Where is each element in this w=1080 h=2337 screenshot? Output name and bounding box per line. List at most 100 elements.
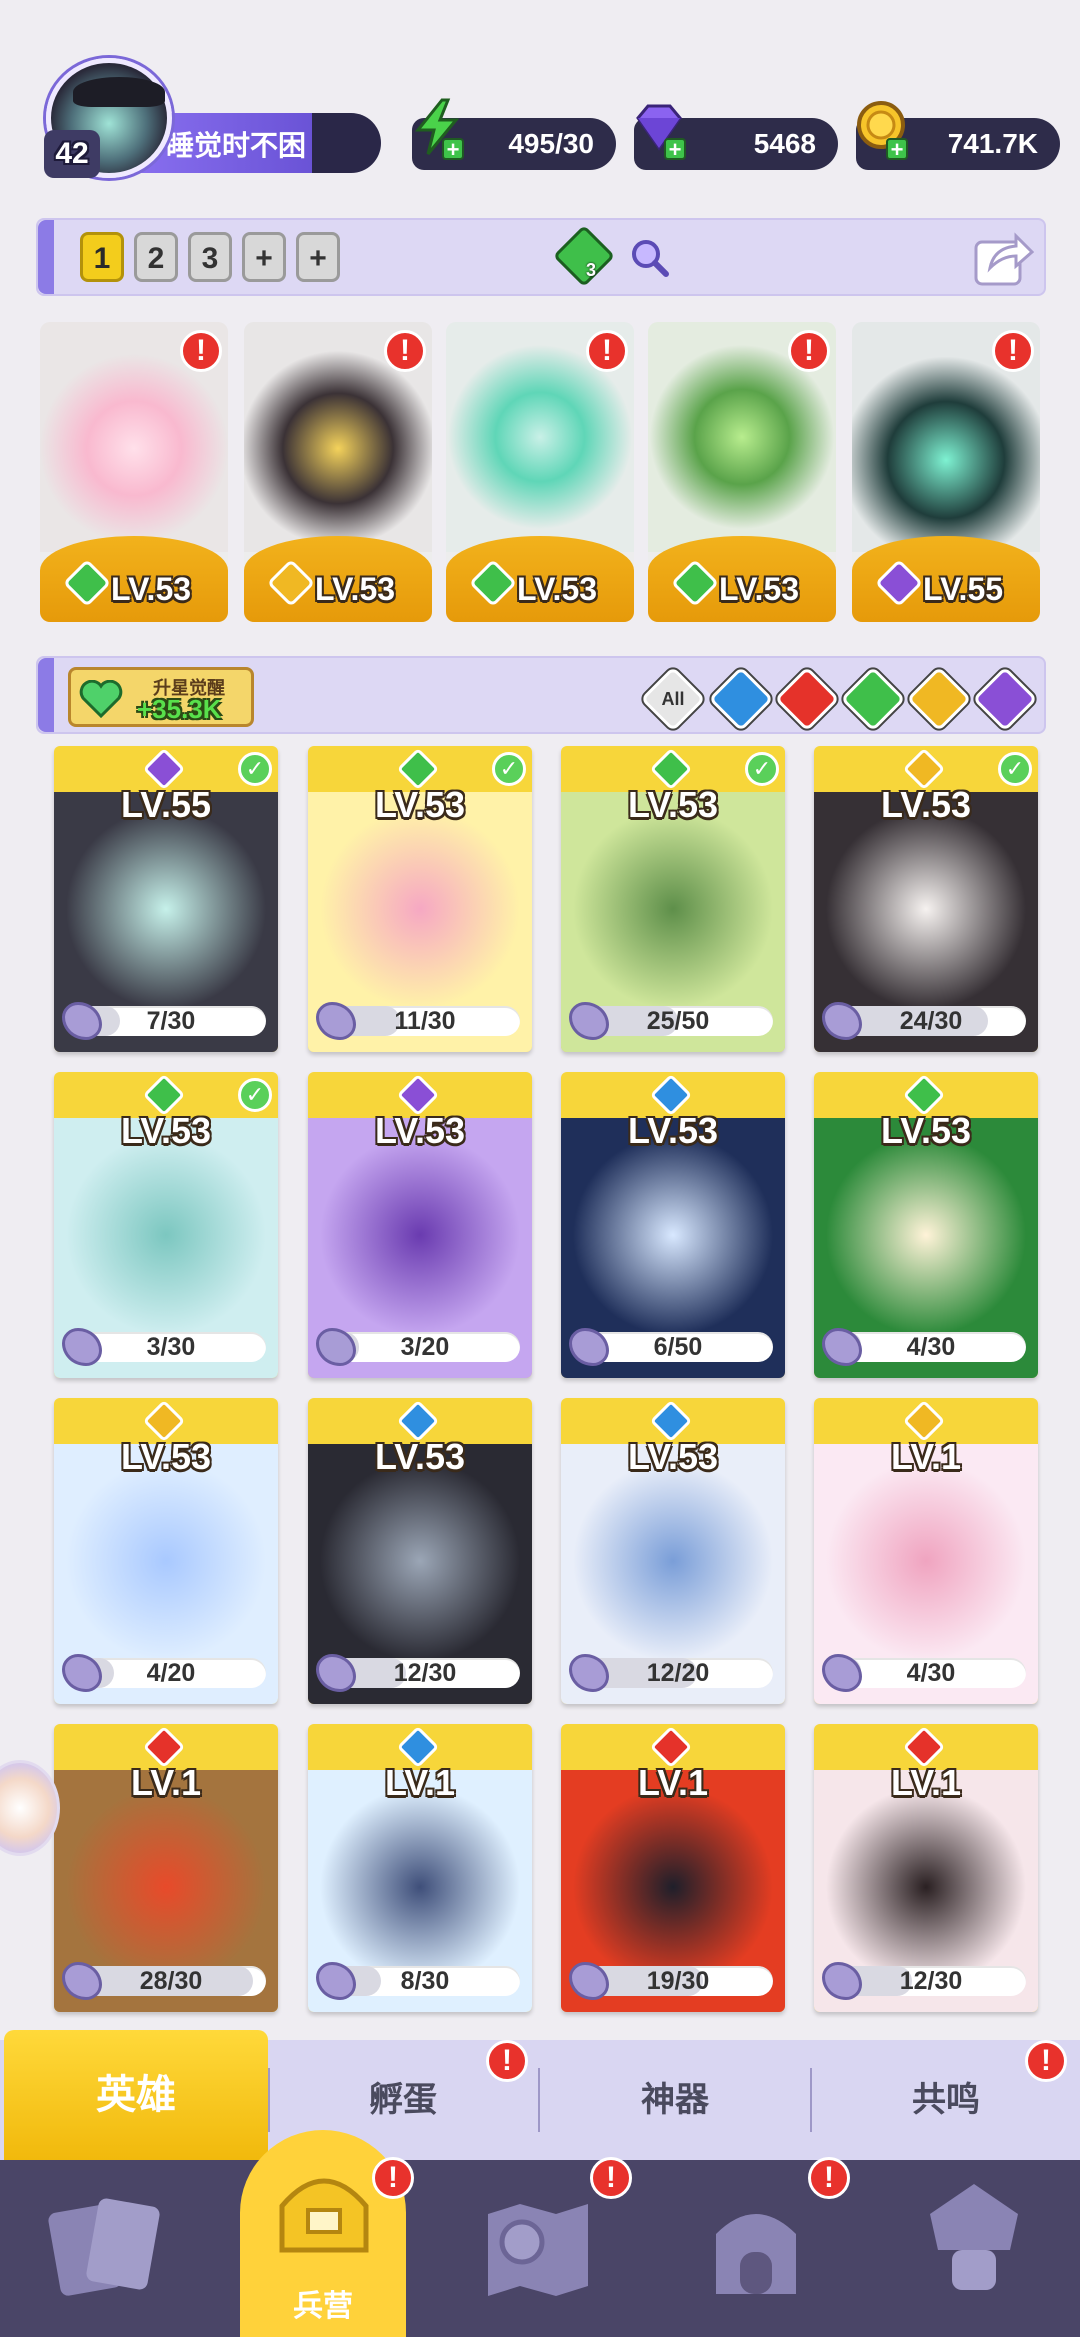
team-slot-2[interactable]: 2 bbox=[134, 232, 178, 282]
nav-barracks-label: 兵营 bbox=[293, 2290, 353, 2323]
hero-card[interactable]: LV.53 6/50 bbox=[561, 1072, 785, 1378]
team-bar: 1 2 3 + + 3 bbox=[36, 218, 1046, 296]
tab-artifact[interactable]: 神器 bbox=[540, 2040, 810, 2160]
gem-add-button[interactable]: + bbox=[664, 138, 686, 161]
featured-hero-card[interactable]: LV.53! bbox=[40, 322, 228, 622]
hero-level: LV.53 bbox=[374, 1436, 466, 1477]
gold-counter[interactable]: + 741.7K bbox=[856, 101, 1060, 170]
energy-add-button[interactable]: + bbox=[442, 138, 464, 161]
hero-level: LV.53 bbox=[374, 784, 466, 825]
shard-count: 7/30 bbox=[146, 1007, 196, 1035]
hero-level: LV.1 bbox=[130, 1762, 202, 1803]
shard-progress-bar: 4/20 bbox=[76, 1658, 266, 1688]
shard-count: 28/30 bbox=[139, 1967, 203, 1995]
hero-card[interactable]: LV.53 ✓ 3/30 bbox=[54, 1072, 278, 1378]
shard-count: 19/30 bbox=[646, 1967, 710, 1995]
hero-alert-icon: ! bbox=[992, 330, 1034, 372]
hero-card[interactable]: LV.1 4/30 bbox=[814, 1398, 1038, 1704]
hero-alert-icon: ! bbox=[384, 330, 426, 372]
hero-card[interactable]: LV.55 ✓ 7/30 bbox=[54, 746, 278, 1052]
player-profile[interactable]: 睡觉时不困 42 bbox=[36, 58, 381, 178]
shard-count: 24/30 bbox=[899, 1007, 963, 1035]
helmet-icon bbox=[279, 2178, 369, 2253]
shard-progress-bar: 6/50 bbox=[583, 1332, 773, 1362]
shard-progress-bar: 28/30 bbox=[76, 1966, 266, 1996]
hero-card[interactable]: LV.1 19/30 bbox=[561, 1724, 785, 2012]
gold-add-button[interactable]: + bbox=[886, 138, 908, 161]
nav-cards[interactable] bbox=[0, 2160, 216, 2337]
hero-card[interactable]: LV.1 8/30 bbox=[308, 1724, 532, 2012]
shard-count: 8/30 bbox=[400, 1967, 450, 1995]
featured-hero-card[interactable]: LV.53! bbox=[648, 322, 836, 622]
hero-level: LV.1 bbox=[890, 1762, 962, 1803]
shard-progress-bar: 12/30 bbox=[836, 1966, 1026, 1996]
hero-level: LV.53 bbox=[120, 1110, 212, 1151]
featured-hero-card[interactable]: LV.55! bbox=[852, 322, 1040, 622]
in-team-check-icon: ✓ bbox=[492, 752, 526, 786]
shard-count: 3/20 bbox=[400, 1333, 450, 1361]
floating-helper-avatar[interactable] bbox=[0, 1760, 60, 1856]
hero-level: LV.53 bbox=[627, 1436, 719, 1477]
filter-light-icon[interactable] bbox=[906, 666, 972, 732]
team-slot-add-4[interactable]: + bbox=[242, 232, 286, 282]
filter-all-label: All bbox=[661, 689, 685, 709]
hero-card[interactable]: LV.53 ✓ 11/30 bbox=[308, 746, 532, 1052]
hero-card[interactable]: LV.53 4/30 bbox=[814, 1072, 1038, 1378]
energy-counter[interactable]: + 495/30 bbox=[412, 98, 616, 170]
team-slot-add-5[interactable]: + bbox=[296, 232, 340, 282]
gem-value: 5468 bbox=[753, 128, 816, 159]
team-slot-1[interactable]: 1 bbox=[80, 232, 124, 282]
filter-dark-icon[interactable] bbox=[972, 666, 1038, 732]
shard-progress-bar: 3/30 bbox=[76, 1332, 266, 1362]
map-alert-icon: ! bbox=[590, 2157, 632, 2199]
filter-fire-icon[interactable] bbox=[774, 666, 840, 732]
hero-alert-icon: ! bbox=[180, 330, 222, 372]
share-icon[interactable] bbox=[972, 228, 1034, 288]
mushroom-icon bbox=[930, 2184, 1018, 2290]
player-level: 42 bbox=[44, 130, 100, 178]
resonance-alert-icon: ! bbox=[1025, 2040, 1067, 2082]
featured-hero-card[interactable]: LV.53! bbox=[244, 322, 432, 622]
shard-count: 6/50 bbox=[653, 1333, 703, 1361]
hero-card[interactable]: LV.53 4/20 bbox=[54, 1398, 278, 1704]
hero-card[interactable]: LV.1 12/30 bbox=[814, 1724, 1038, 2012]
shard-progress-bar: 19/30 bbox=[583, 1966, 773, 1996]
hatch-alert-icon: ! bbox=[486, 2040, 528, 2082]
hero-level: LV.53 bbox=[880, 784, 972, 825]
in-team-check-icon: ✓ bbox=[238, 752, 272, 786]
gem-counter[interactable]: + 5468 bbox=[634, 104, 838, 170]
energy-value: 495/30 bbox=[508, 128, 594, 159]
team-slot-3[interactable]: 3 bbox=[188, 232, 232, 282]
hero-card[interactable]: LV.53 ✓ 24/30 bbox=[814, 746, 1038, 1052]
filter-all-button[interactable]: All bbox=[640, 666, 706, 732]
star-up-button[interactable]: 升星觉醒 +35.3K bbox=[68, 667, 254, 727]
shard-count: 4/20 bbox=[146, 1659, 196, 1687]
tab-divider bbox=[268, 2068, 270, 2132]
nature-gem-icon[interactable] bbox=[552, 224, 616, 288]
in-team-check-icon: ✓ bbox=[238, 1078, 272, 1112]
hero-level: LV.53 bbox=[627, 784, 719, 825]
bottom-tabs: 英雄 孵蛋 神器 共鸣 ! ! bbox=[0, 2030, 1080, 2160]
featured-hero-card[interactable]: LV.53! bbox=[446, 322, 634, 622]
hero-card[interactable]: LV.53 12/20 bbox=[561, 1398, 785, 1704]
filter-nature-icon[interactable] bbox=[840, 666, 906, 732]
hero-level: LV.1 bbox=[637, 1762, 709, 1803]
hero-card[interactable]: LV.1 28/30 bbox=[54, 1724, 278, 2012]
hero-card[interactable]: LV.53 ✓ 25/50 bbox=[561, 746, 785, 1052]
hero-level: LV.53 bbox=[120, 1436, 212, 1477]
castle-alert-icon: ! bbox=[808, 2157, 850, 2199]
hero-level: LV.53 bbox=[718, 571, 800, 607]
magnifier-icon[interactable] bbox=[628, 236, 670, 278]
shard-progress-bar: 4/30 bbox=[836, 1658, 1026, 1688]
filter-water-icon[interactable] bbox=[708, 666, 774, 732]
nav-mushroom[interactable] bbox=[864, 2160, 1080, 2337]
hero-level: LV.1 bbox=[890, 1436, 962, 1477]
heart-icon bbox=[79, 680, 123, 718]
castle-icon bbox=[716, 2214, 796, 2294]
hero-card[interactable]: LV.53 12/30 bbox=[308, 1398, 532, 1704]
hero-card[interactable]: LV.53 3/20 bbox=[308, 1072, 532, 1378]
hero-level: LV.53 bbox=[880, 1110, 972, 1151]
tab-heroes[interactable]: 英雄 bbox=[4, 2030, 268, 2160]
avatar-hat-icon bbox=[73, 77, 165, 107]
hero-alert-icon: ! bbox=[788, 330, 830, 372]
